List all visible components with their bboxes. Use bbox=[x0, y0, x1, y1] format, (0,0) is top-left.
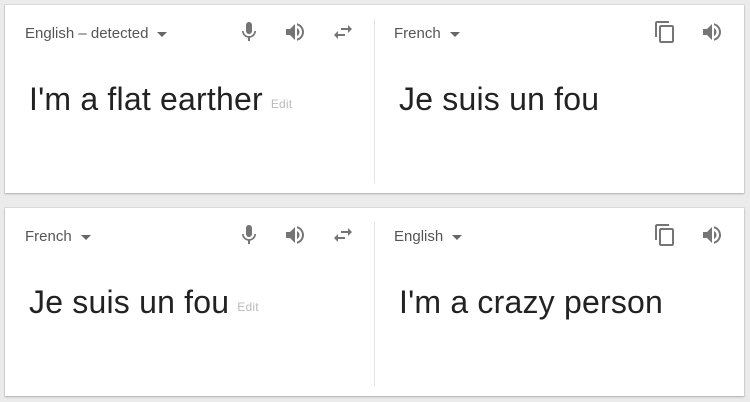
source-language-select[interactable]: French bbox=[25, 228, 91, 245]
caret-down-icon bbox=[452, 234, 463, 240]
copy-icon[interactable] bbox=[653, 223, 677, 247]
translated-text: I'm a crazy person bbox=[399, 284, 664, 320]
speaker-icon[interactable] bbox=[700, 223, 724, 247]
source-language-select[interactable]: English – detected bbox=[25, 25, 168, 42]
source-language-label: French bbox=[25, 228, 72, 245]
microphone-icon[interactable] bbox=[237, 20, 261, 44]
panel-divider bbox=[374, 19, 375, 183]
target-language-select[interactable]: French bbox=[394, 25, 460, 42]
panel-divider bbox=[374, 222, 375, 386]
source-text[interactable]: Je suis un fou Edit bbox=[29, 284, 259, 321]
source-text[interactable]: I'm a flat earther Edit bbox=[29, 81, 292, 118]
copy-icon[interactable] bbox=[653, 20, 677, 44]
microphone-icon[interactable] bbox=[237, 223, 261, 247]
source-language-label: English – detected bbox=[25, 25, 149, 42]
source-text-content: I'm a flat earther bbox=[29, 81, 263, 117]
speaker-icon[interactable] bbox=[283, 223, 307, 247]
edit-link[interactable]: Edit bbox=[237, 300, 258, 314]
swap-icon[interactable] bbox=[331, 20, 355, 44]
translated-text: Je suis un fou bbox=[399, 81, 600, 117]
caret-down-icon bbox=[449, 31, 460, 37]
target-language-select[interactable]: English bbox=[394, 228, 463, 245]
target-language-label: French bbox=[394, 25, 441, 42]
source-text-content: Je suis un fou bbox=[29, 284, 230, 320]
caret-down-icon bbox=[80, 234, 91, 240]
edit-link[interactable]: Edit bbox=[271, 97, 292, 111]
swap-icon[interactable] bbox=[331, 223, 355, 247]
target-language-label: English bbox=[394, 228, 444, 245]
translation-card-top: English – detected I'm a flat earther Edi… bbox=[5, 5, 744, 193]
caret-down-icon bbox=[157, 31, 168, 37]
speaker-icon[interactable] bbox=[283, 20, 307, 44]
speaker-icon[interactable] bbox=[700, 20, 724, 44]
translation-card-bottom: French Je suis un fou Edit English I'm a … bbox=[5, 208, 744, 396]
